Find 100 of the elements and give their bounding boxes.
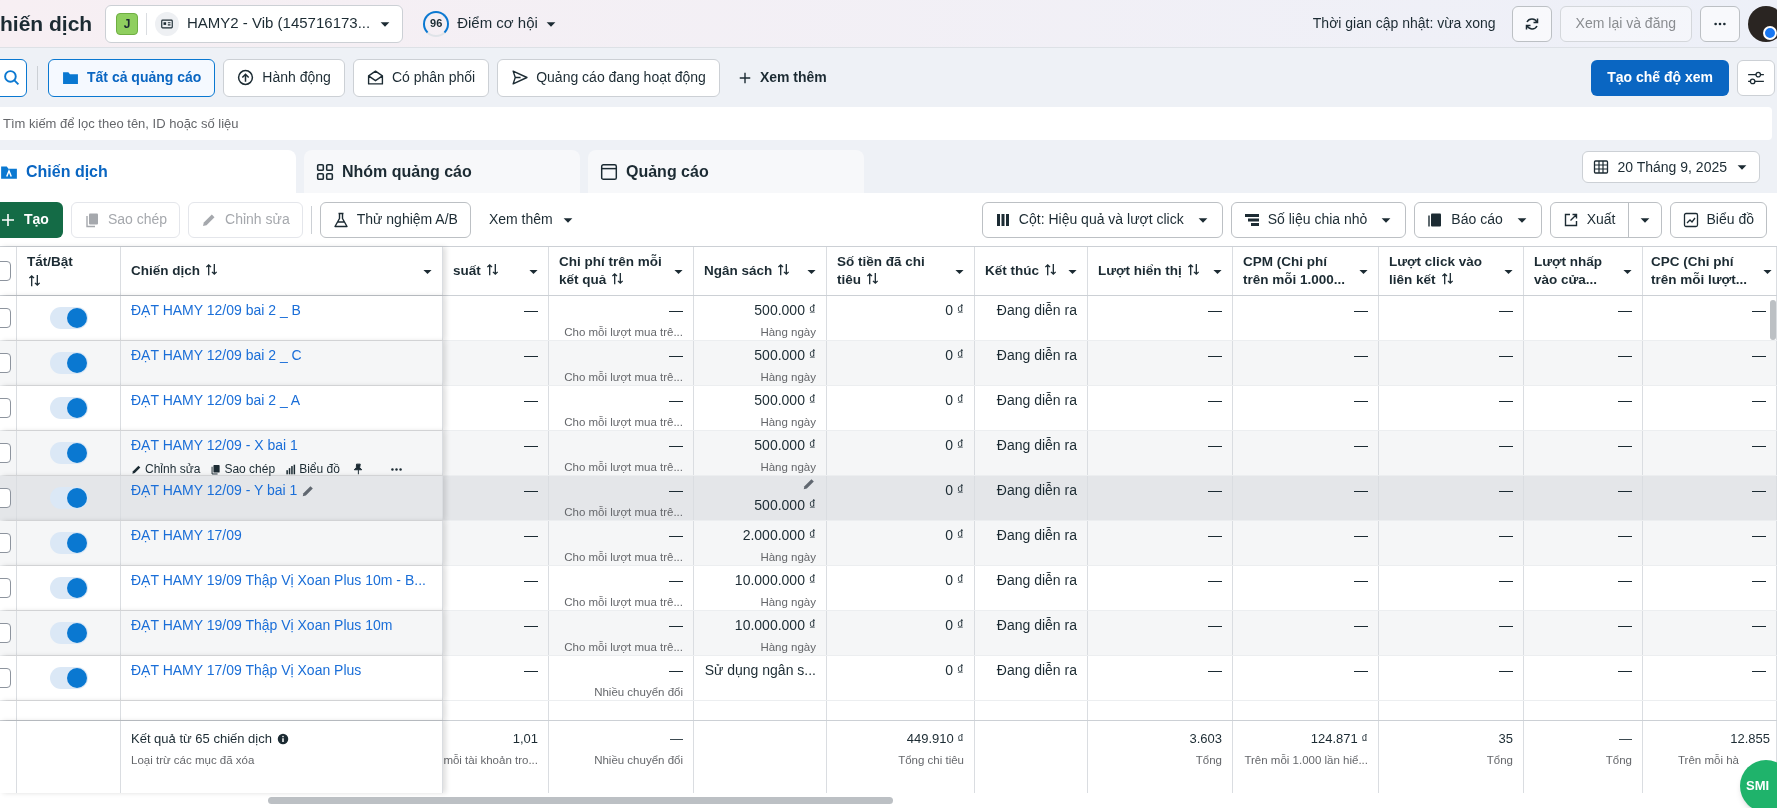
pencil-icon[interactable] — [301, 483, 316, 498]
scrollbar-thumb[interactable] — [1770, 300, 1776, 340]
table-cell-text: — — [1618, 616, 1632, 635]
table-cell-text: Đang diễn ra — [996, 616, 1077, 635]
campaign-link[interactable]: ĐẠT HAMY 17/09 Thập Vị Xoan Plus — [131, 660, 362, 681]
table-cell-text: 0 ₫ — [945, 346, 964, 365]
campaign-link[interactable]: ĐẠT HAMY 12/09 bai 2 _ C — [131, 345, 302, 366]
campaign-link[interactable]: ĐẠT HAMY 12/09 bai 2 _ B — [131, 300, 301, 321]
toolbar-button[interactable]: Tạo — [0, 201, 63, 238]
total-value: 124.871 ₫ — [1310, 730, 1368, 748]
pin-icon[interactable] — [351, 463, 364, 475]
more-filters-button[interactable]: Xem thêm — [727, 58, 837, 97]
column-header[interactable]: Lượt hiển thị — [1098, 262, 1207, 280]
create-view-button[interactable]: Tạo chế độ xem — [1591, 59, 1729, 96]
column-header[interactable]: Lượt click vào liên kết — [1389, 253, 1498, 289]
table-cell-text: Đang diễn ra — [996, 346, 1077, 365]
avatar[interactable] — [1748, 5, 1777, 42]
search-button[interactable] — [0, 58, 27, 97]
column-header[interactable]: Kết thúc — [985, 262, 1062, 280]
copy-icon — [210, 463, 222, 475]
filter-chip[interactable]: Quảng cáo đang hoạt động — [497, 58, 720, 97]
campaign-link[interactable]: ĐẠT HAMY 19/09 Thập Vị Xoan Plus 10m - B... — [131, 570, 426, 591]
toggle-switch[interactable] — [49, 577, 88, 599]
document-icon — [1427, 211, 1444, 228]
table-cell-text: — — [1618, 346, 1632, 365]
filter-chip[interactable]: Tất cả quảng cáo — [48, 58, 216, 97]
toggle-switch[interactable] — [49, 352, 88, 374]
column-header[interactable]: Ngân sách — [704, 262, 801, 280]
toggle-switch[interactable] — [49, 397, 88, 419]
campaign-link[interactable]: ĐẠT HAMY 17/09 — [131, 525, 242, 546]
row-action[interactable]: Sao chép — [210, 460, 276, 478]
table-cell-text: — — [1354, 661, 1368, 680]
campaign-link[interactable]: ĐẠT HAMY 12/09 - X bai 1 — [131, 435, 298, 456]
view-settings-button[interactable] — [1737, 59, 1775, 96]
search-field[interactable]: Tìm kiếm để lọc theo tên, ID hoặc số liệu — [0, 107, 1772, 140]
table-cell-text: — — [1618, 526, 1632, 545]
table-cell-text: — — [1499, 616, 1513, 635]
row-action[interactable]: Biểu đồ — [285, 460, 340, 478]
total-note: Tổng — [1486, 752, 1513, 768]
table-cell-text: Đang diễn ra — [996, 436, 1077, 455]
tab[interactable]: Quảng cáo — [588, 150, 864, 193]
cell-note: Hàng ngày — [760, 325, 816, 340]
column-header[interactable]: CPM (Chi phí trên mỗi 1.000... — [1243, 253, 1353, 289]
toolbar-button[interactable]: Thử nghiệm A/B — [319, 201, 471, 238]
toggle-switch[interactable] — [49, 532, 88, 554]
table-cell-text: 0 ₫ — [945, 391, 964, 410]
date-picker[interactable]: 20 Tháng 9, 2025 — [1582, 151, 1760, 183]
table-cell-text: — — [1354, 526, 1368, 545]
toolbar-button[interactable]: Xem thêm — [478, 201, 585, 238]
table-cell-text: — — [524, 571, 538, 590]
toolbar-button[interactable]: Báo cáo — [1414, 201, 1542, 238]
column-header[interactable]: Tắt/Bật — [27, 253, 112, 289]
scrollbar-thumb[interactable] — [268, 797, 893, 804]
cell-note: Hàng ngày — [760, 550, 816, 565]
campaign-link[interactable]: ĐẠT HAMY 19/09 Thập Vị Xoan Plus 10m — [131, 615, 393, 636]
table-cell-text: — — [524, 436, 538, 455]
table-cell-text: — — [1354, 481, 1368, 500]
column-header[interactable]: Chiến dịch — [131, 262, 417, 280]
toggle-switch[interactable] — [49, 307, 88, 329]
table-cell-text: — — [1752, 391, 1766, 410]
table-cell-text: — — [1354, 391, 1368, 410]
filter-chip[interactable]: Hành động — [223, 58, 345, 97]
tab[interactable]: Nhóm quảng cáo — [304, 150, 580, 193]
campaign-link[interactable]: ĐẠT HAMY 12/09 - Y bai 1 — [131, 480, 298, 501]
tab[interactable]: Chiến dịch — [0, 150, 296, 193]
table-cell-text: — — [1618, 436, 1632, 455]
total-note: Tổng — [1605, 752, 1632, 768]
results-summary: Kết quả từ 65 chiến dịch — [131, 730, 272, 748]
score-menu[interactable]: Điểm cơ hội — [457, 12, 558, 35]
toggle-switch[interactable] — [49, 622, 88, 644]
toolbar-button[interactable]: Số liệu chia nhỏ — [1230, 201, 1407, 238]
columns-icon — [994, 211, 1011, 228]
column-header[interactable]: CPC (Chi phí trên mỗi lượt... — [1651, 253, 1757, 289]
table-cell-text: Đang diễn ra — [996, 481, 1077, 500]
table-cell-text: 2.000.000 ₫ — [742, 526, 816, 545]
refresh-button[interactable] — [1511, 5, 1552, 42]
toggle-switch[interactable] — [49, 667, 88, 689]
toggle-switch[interactable] — [49, 442, 88, 464]
account-selector[interactable]: J HAMY2 - Vib (145716173... — [105, 4, 404, 43]
column-header[interactable]: Chi phí trên mỗi kết quả — [559, 253, 668, 289]
campaign-link[interactable]: ĐẠT HAMY 12/09 bai 2 _ A — [131, 390, 301, 411]
table-cell-text: — — [524, 526, 538, 545]
table-cell-text: — — [669, 481, 683, 500]
total-note: Trên mỗi hà — [1677, 752, 1739, 768]
total-value: — — [670, 730, 683, 748]
table-cell-text: — — [1752, 526, 1766, 545]
cell-note: Hàng ngày — [760, 640, 816, 655]
table-cell-text: — — [1499, 526, 1513, 545]
table-cell-text: Đang diễn ra — [996, 301, 1077, 320]
toggle-switch[interactable] — [49, 487, 88, 509]
table-cell-text: — — [1752, 301, 1766, 320]
column-header[interactable]: suất — [453, 262, 523, 280]
toolbar-button[interactable]: Biểu đồ — [1669, 201, 1767, 238]
total-value: 1,01 — [512, 730, 538, 748]
column-header[interactable]: Số tiền đã chi tiêu — [837, 253, 949, 289]
bars-icon — [1243, 211, 1260, 228]
toolbar-button[interactable]: Cột: Hiệu quả và lượt click — [981, 201, 1223, 238]
envelope-icon — [366, 69, 384, 86]
column-header[interactable]: Lượt nhấp vào cửa... — [1534, 253, 1617, 289]
filter-chip[interactable]: Có phân phối — [352, 58, 490, 97]
